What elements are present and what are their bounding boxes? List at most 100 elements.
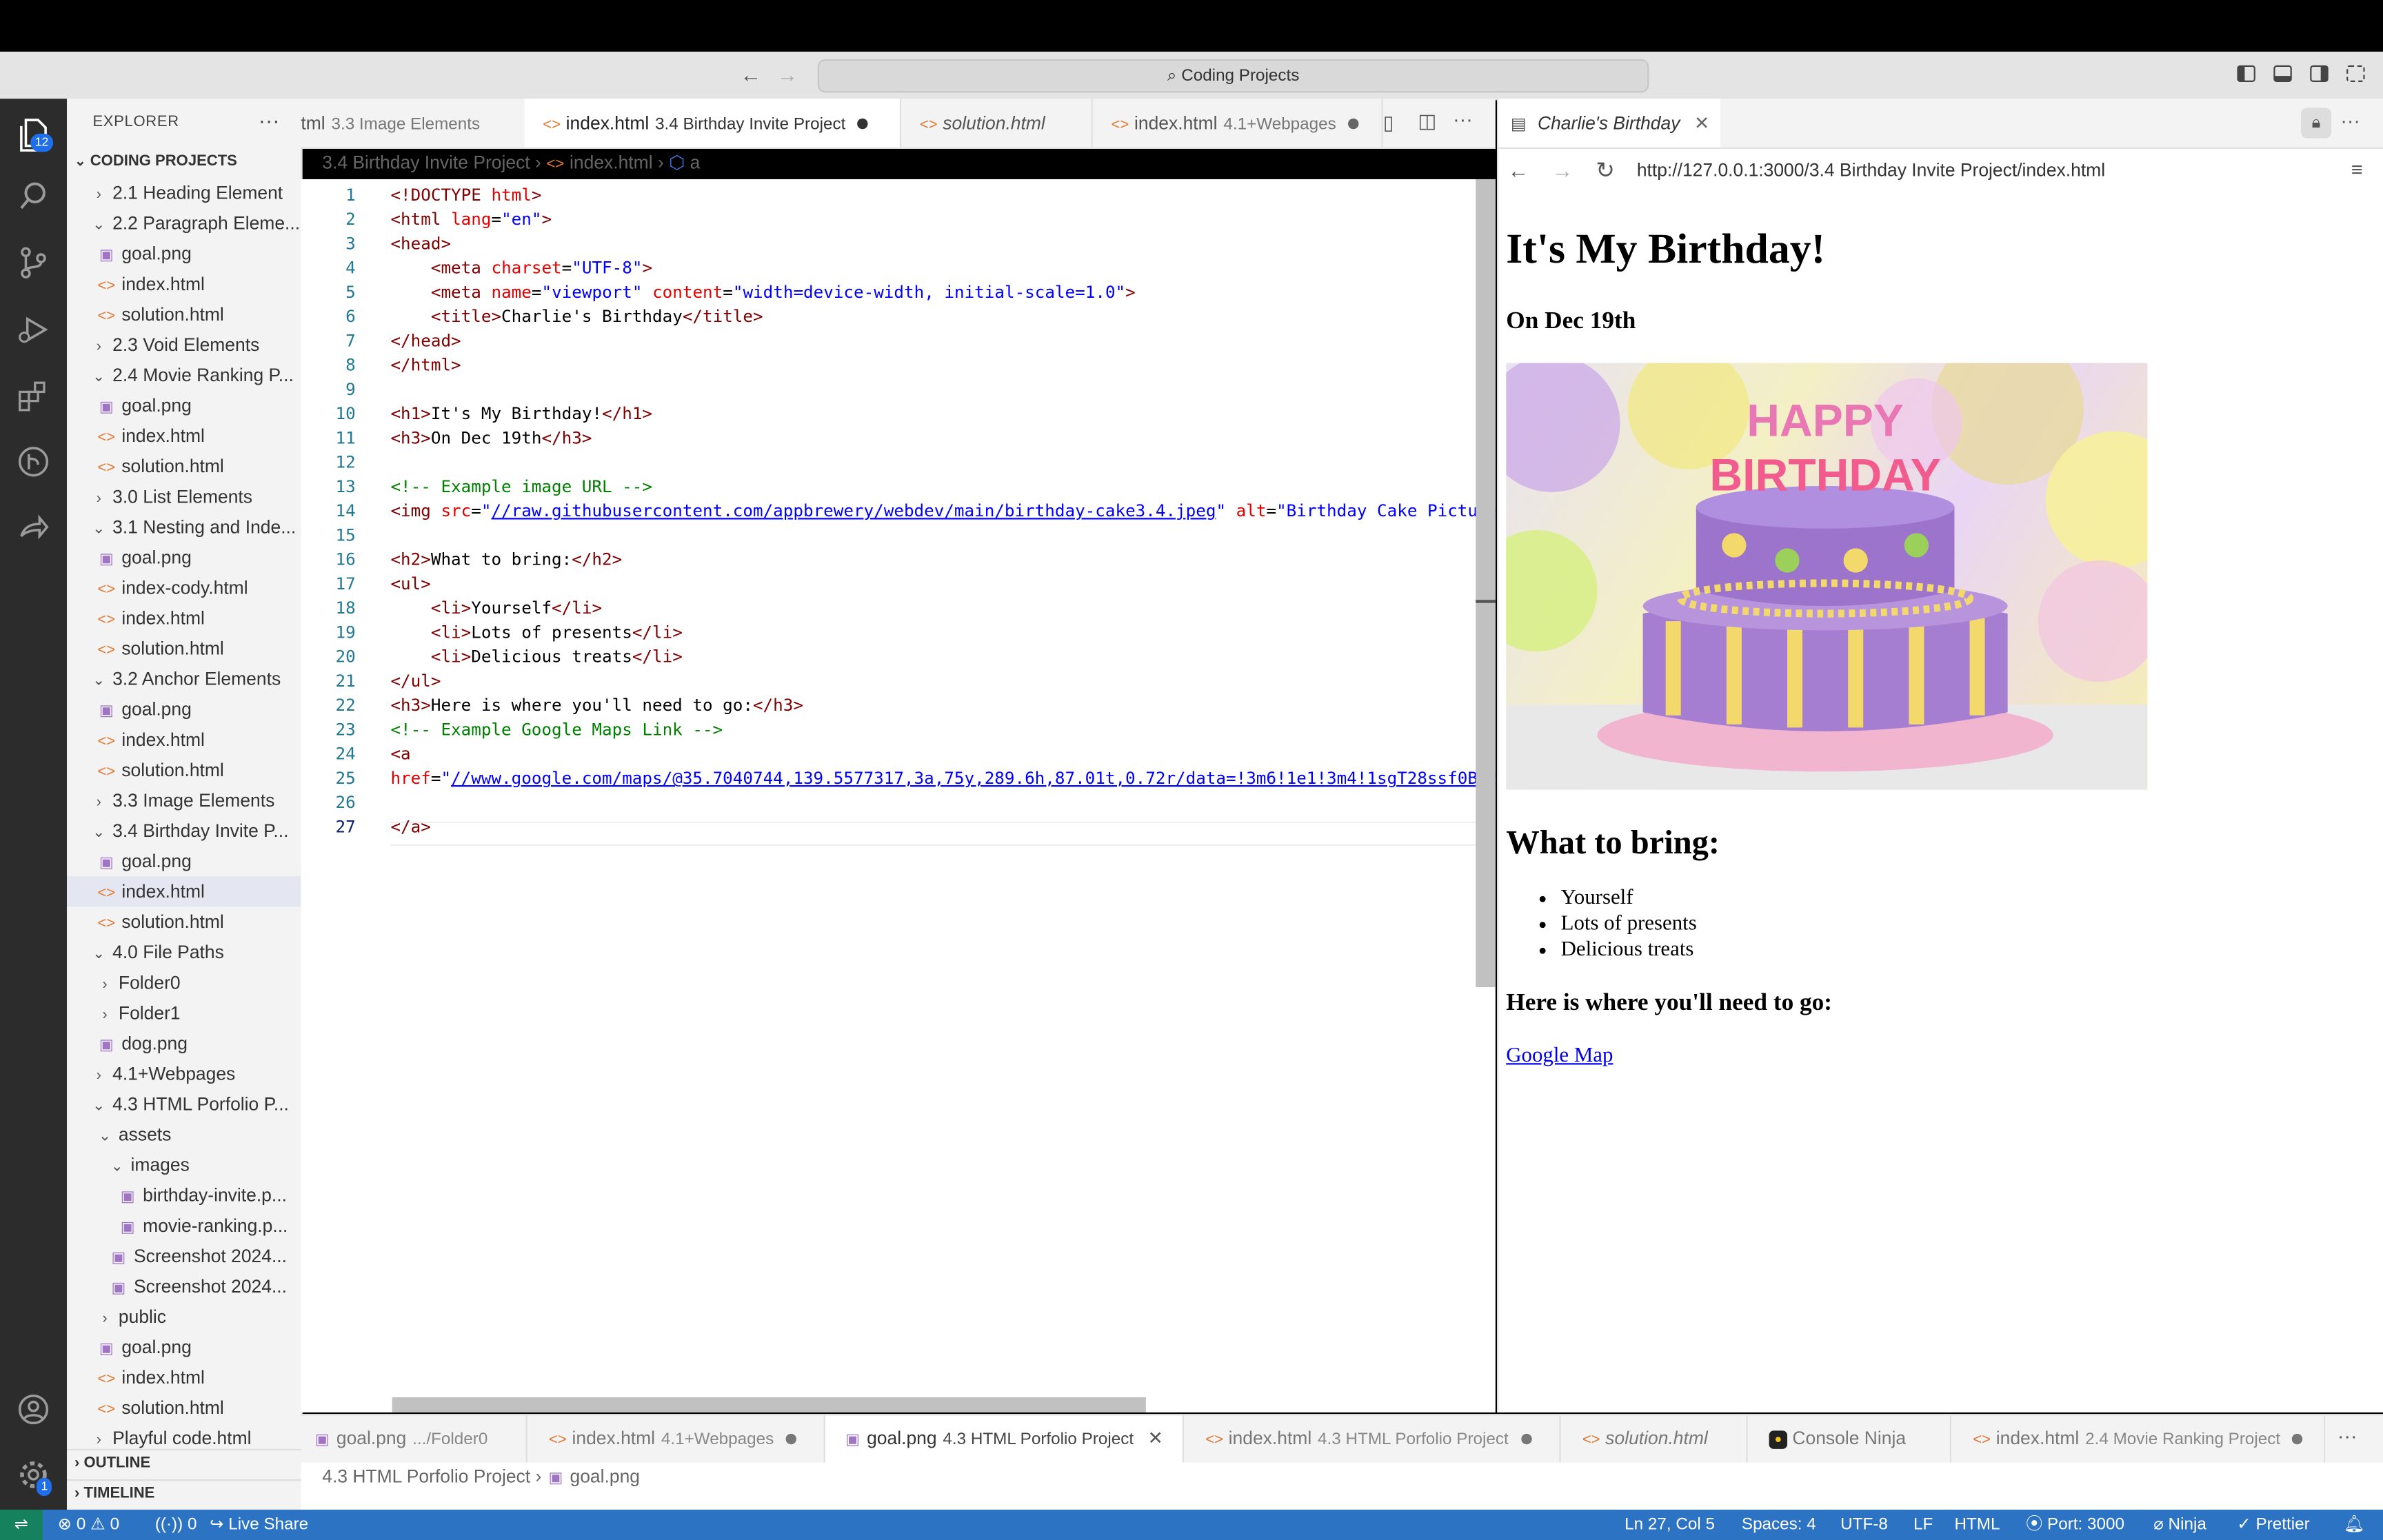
google-map-link[interactable]: Google Map [1506, 1045, 1613, 1069]
tree-folder[interactable]: › 2.3 Void Elements [67, 330, 301, 360]
search-icon[interactable] [15, 179, 52, 216]
tree-file[interactable]: <> solution.html [67, 1392, 301, 1423]
tree-folder[interactable]: ⌄ 2.4 Movie Ranking P... [67, 360, 301, 390]
reload-icon[interactable]: ↻ [1596, 156, 1615, 183]
tree-file[interactable]: ▣ goal.png [67, 1332, 301, 1362]
forward-arrow-icon[interactable]: → [1551, 158, 1573, 182]
open-preview-icon[interactable]: ▯ [1383, 111, 1394, 135]
tree-folder[interactable]: ⌄ 4.3 HTML Porfolio P... [67, 1089, 301, 1119]
tree-file[interactable]: ▣ goal.png [67, 390, 301, 421]
tree-file[interactable]: <> solution.html [67, 634, 301, 664]
unsaved-dot-icon[interactable] [785, 1434, 797, 1445]
indentation-status[interactable]: Spaces: 4 [1742, 1510, 1816, 1540]
more-actions-icon[interactable]: ··· [1453, 108, 1473, 130]
language-mode[interactable]: HTML [1954, 1510, 2000, 1540]
tree-file[interactable]: ▣ goal.png [67, 543, 301, 573]
tree-file[interactable]: ▣ movie-ranking.p... [67, 1210, 301, 1241]
tab-index-movie-ranking[interactable]: <> index.html 2.4 Movie Ranking Project [1951, 1415, 2326, 1463]
tab-index-webpages[interactable]: <> index.html 4.1+Webpages [1093, 99, 1383, 148]
tab-solution[interactable]: <> solution.html [901, 99, 1093, 148]
source-control-icon[interactable] [15, 246, 52, 283]
tree-file[interactable]: <> index.html [67, 269, 301, 299]
tree-file[interactable]: <> solution.html [67, 906, 301, 937]
close-icon[interactable]: ✕ [1694, 112, 1709, 134]
problems-status[interactable]: ⊗ 0 ⚠ 0 [58, 1510, 119, 1540]
unsaved-dot-icon[interactable] [2292, 1434, 2304, 1445]
tree-file[interactable]: ▣ goal.png [67, 239, 301, 269]
tree-folder[interactable]: › Folder1 [67, 998, 301, 1029]
more-actions-icon[interactable]: ··· [2340, 110, 2360, 132]
live-server-port[interactable]: ⦿ Port: 3000 [2026, 1510, 2124, 1540]
tree-file[interactable]: <> index.html [66, 876, 301, 907]
split-editor-icon[interactable]: ◫ [1418, 110, 1436, 134]
tree-file[interactable]: <> index.html [67, 1362, 301, 1392]
live-share-status[interactable]: ↪ Live Share [210, 1510, 308, 1540]
tree-folder[interactable]: › Folder0 [67, 967, 301, 997]
cursor-position[interactable]: Ln 27, Col 5 [1625, 1510, 1715, 1540]
tree-file[interactable]: ▣ goal.png [67, 694, 301, 725]
breadcrumb-file[interactable]: goal.png [570, 1466, 640, 1487]
breadcrumb-symbol[interactable]: a [690, 152, 701, 173]
tree-folder[interactable]: ⌄ 2.2 Paragraph Eleme... [67, 208, 301, 239]
tab-goal-folder0[interactable]: ▣ goal.png .../Folder0 [301, 1415, 527, 1463]
git-graph-icon[interactable] [15, 445, 52, 482]
outline-section[interactable]: › OUTLINE [74, 1455, 150, 1472]
extensions-icon[interactable] [15, 380, 52, 416]
tree-file[interactable]: <> index-cody.html [67, 573, 301, 603]
breadcrumb-folder[interactable]: 4.3 HTML Porfolio Project [322, 1466, 530, 1487]
tree-file[interactable]: <> index.html [67, 421, 301, 451]
tree-file[interactable]: <> solution.html [67, 755, 301, 785]
forward-arrow-icon[interactable]: → [776, 62, 798, 86]
tree-file[interactable]: <> solution.html [67, 451, 301, 481]
tree-file[interactable]: <> solution.html [67, 299, 301, 330]
unsaved-dot-icon[interactable] [1520, 1434, 1531, 1445]
encoding-status[interactable]: UTF-8 [1840, 1510, 1888, 1540]
tree-file[interactable]: ▣ dog.png [67, 1029, 301, 1059]
tab-index-webpages-bottom[interactable]: <> index.html 4.1+Webpages [527, 1415, 825, 1463]
tree-folder[interactable]: › 3.0 List Elements [67, 481, 301, 511]
tree-folder[interactable]: ⌄ 3.4 Birthday Invite P... [67, 815, 301, 846]
tree-folder[interactable]: › 4.1+Webpages [67, 1059, 301, 1089]
tree-folder[interactable]: ⌄ 3.2 Anchor Elements [67, 664, 301, 694]
toggle-secondary-sidebar-icon[interactable] [2310, 65, 2329, 82]
prettier-status[interactable]: ✓ Prettier [2237, 1510, 2309, 1540]
live-share-icon[interactable] [15, 510, 52, 547]
remote-icon[interactable]: ⇌ [0, 1509, 43, 1540]
tree-folder[interactable]: ⌄ 3.1 Nesting and Inde... [67, 511, 301, 542]
timeline-section[interactable]: › TIMELINE [74, 1486, 154, 1502]
tree-folder[interactable]: ⌄ assets [67, 1119, 301, 1150]
tree-folder[interactable]: ⌄ 4.0 File Paths [67, 937, 301, 967]
tree-file[interactable]: ▣ Screenshot 2024... [67, 1271, 301, 1301]
breadcrumb-folder[interactable]: 3.4 Birthday Invite Project [322, 152, 530, 173]
menu-icon[interactable]: ≡ [2351, 158, 2363, 181]
toggle-primary-sidebar-icon[interactable] [2237, 65, 2255, 82]
account-icon[interactable] [15, 1392, 52, 1429]
unsaved-dot-icon[interactable] [857, 119, 869, 130]
tab-index-birthday[interactable]: <> index.html 3.4 Birthday Invite Project [524, 99, 902, 148]
tree-folder[interactable]: › 3.3 Image Elements [67, 785, 301, 815]
tree-folder[interactable]: ⌄ images [67, 1150, 301, 1180]
explorer-more-actions[interactable]: ··· [259, 108, 280, 132]
unsaved-dot-icon[interactable] [1348, 119, 1359, 130]
ninja-status[interactable]: ⌀ Ninja [2153, 1510, 2206, 1540]
breadcrumb-file[interactable]: index.html [570, 152, 653, 173]
tab-preview[interactable]: ▤ Charlie's Birthday ✕ [1498, 99, 1721, 148]
toggle-panel-icon[interactable] [2273, 65, 2292, 82]
tab-solution-bottom[interactable]: <> solution.html [1561, 1415, 1748, 1463]
lock-icon[interactable]: 🔒︎ [2301, 108, 2332, 139]
more-actions-icon[interactable]: ··· [2337, 1425, 2357, 1448]
customize-layout-icon[interactable] [2346, 65, 2365, 82]
notifications-bell-icon[interactable]: 🔔︎ [2344, 1510, 2365, 1540]
tab-console-ninja[interactable]: ● Console Ninja [1748, 1415, 1952, 1463]
explorer-root[interactable]: ⌄ CODING PROJECTS [74, 154, 237, 170]
eol-status[interactable]: LF [1913, 1510, 1933, 1540]
tab-index-portfolio[interactable]: <> index.html 4.3 HTML Porfolio Project [1184, 1415, 1561, 1463]
close-icon[interactable]: ✕ [1148, 1428, 1163, 1449]
editor-vertical-scrollbar[interactable] [1476, 179, 1496, 988]
editor-horizontal-scrollbar[interactable] [392, 1397, 1146, 1412]
tree-file[interactable]: <> index.html [67, 725, 301, 755]
tab-goal-portfolio[interactable]: ▣ goal.png 4.3 HTML Porfolio Project ✕ [825, 1415, 1184, 1463]
back-arrow-icon[interactable]: ← [1507, 158, 1529, 182]
back-arrow-icon[interactable]: ← [740, 62, 761, 86]
tree-file[interactable]: <> index.html [67, 603, 301, 634]
